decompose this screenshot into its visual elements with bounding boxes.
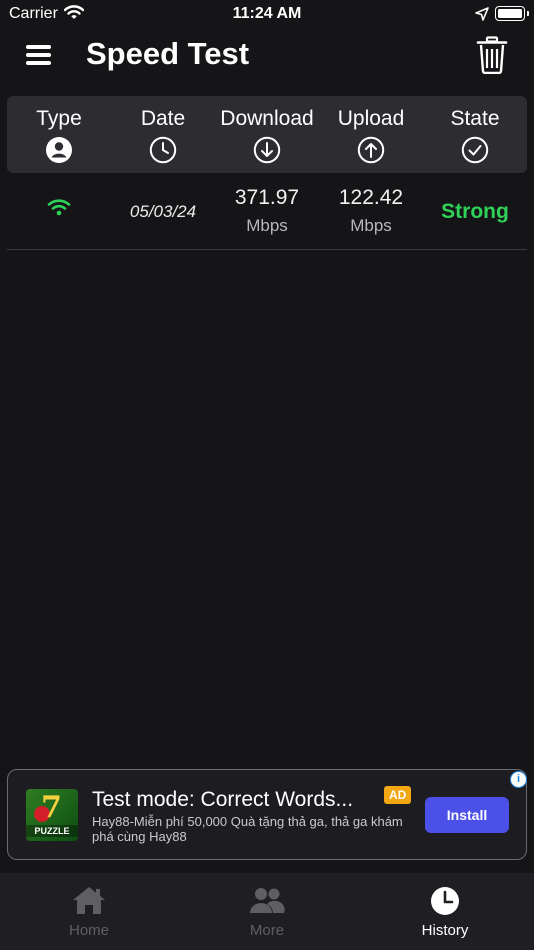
status-time: 11:24 AM	[232, 5, 302, 22]
user-circle-icon	[45, 136, 73, 164]
tab-label: Home	[68, 922, 109, 939]
ad-image-number: 7	[41, 790, 62, 825]
ad-image[interactable]: 7 PUZZLE	[26, 789, 78, 841]
column-label: Upload	[337, 107, 405, 130]
history-icon	[427, 885, 463, 917]
row-upload-value: 122.42	[338, 186, 404, 209]
column-date: Date	[111, 96, 215, 169]
arrow-down-circle-icon	[253, 136, 281, 164]
tab-history[interactable]: History	[356, 873, 534, 950]
ad-description: Hay88-Miễn phí 50,000 Quà tặng thả ga, t…	[92, 814, 403, 844]
row-date: 05/03/24	[129, 202, 197, 221]
column-label: Type	[36, 107, 82, 130]
tab-home[interactable]: Home	[0, 873, 178, 950]
ad-image-text: PUZZLE	[26, 825, 78, 837]
column-state: State	[423, 96, 527, 169]
clock-icon	[149, 136, 177, 164]
nav-bar: Speed Test	[0, 30, 534, 80]
row-state: Strong	[441, 200, 509, 223]
home-icon	[71, 885, 107, 917]
info-icon[interactable]: i	[510, 771, 527, 788]
arrow-up-circle-icon	[357, 136, 385, 164]
table-header: Type Date Download Upload State	[7, 96, 527, 173]
row-download-value: 371.97	[234, 186, 300, 209]
tab-more[interactable]: More	[178, 873, 356, 950]
trash-icon[interactable]	[476, 36, 508, 75]
column-label: State	[450, 107, 500, 130]
tab-bar: Home More History	[0, 873, 534, 950]
check-circle-icon	[461, 136, 489, 164]
tab-label: More	[249, 922, 285, 939]
table-row[interactable]: 05/03/24 371.97 Mbps 122.42 Mbps Strong	[7, 176, 527, 250]
status-bar: Carrier 11:24 AM	[0, 0, 534, 30]
row-upload-unit: Mbps	[350, 216, 392, 235]
column-label: Download	[220, 107, 314, 130]
location-arrow-icon	[475, 7, 489, 26]
tab-label: History	[421, 922, 469, 939]
column-upload: Upload	[319, 96, 423, 169]
ad-title[interactable]: Test mode: Correct Words...	[92, 788, 353, 812]
ad-badge: AD	[384, 786, 412, 804]
row-download-unit: Mbps	[246, 216, 288, 235]
column-download: Download	[215, 96, 319, 169]
wifi-icon	[47, 198, 71, 221]
column-type: Type	[7, 96, 111, 169]
install-button[interactable]: Install	[425, 797, 509, 833]
ad-banner[interactable]: 7 PUZZLE Test mode: Correct Words... AD …	[7, 769, 527, 860]
battery-icon	[495, 6, 529, 21]
menu-icon[interactable]	[24, 40, 54, 70]
people-icon	[249, 885, 285, 917]
page-title: Speed Test	[86, 36, 250, 71]
column-label: Date	[140, 107, 186, 130]
